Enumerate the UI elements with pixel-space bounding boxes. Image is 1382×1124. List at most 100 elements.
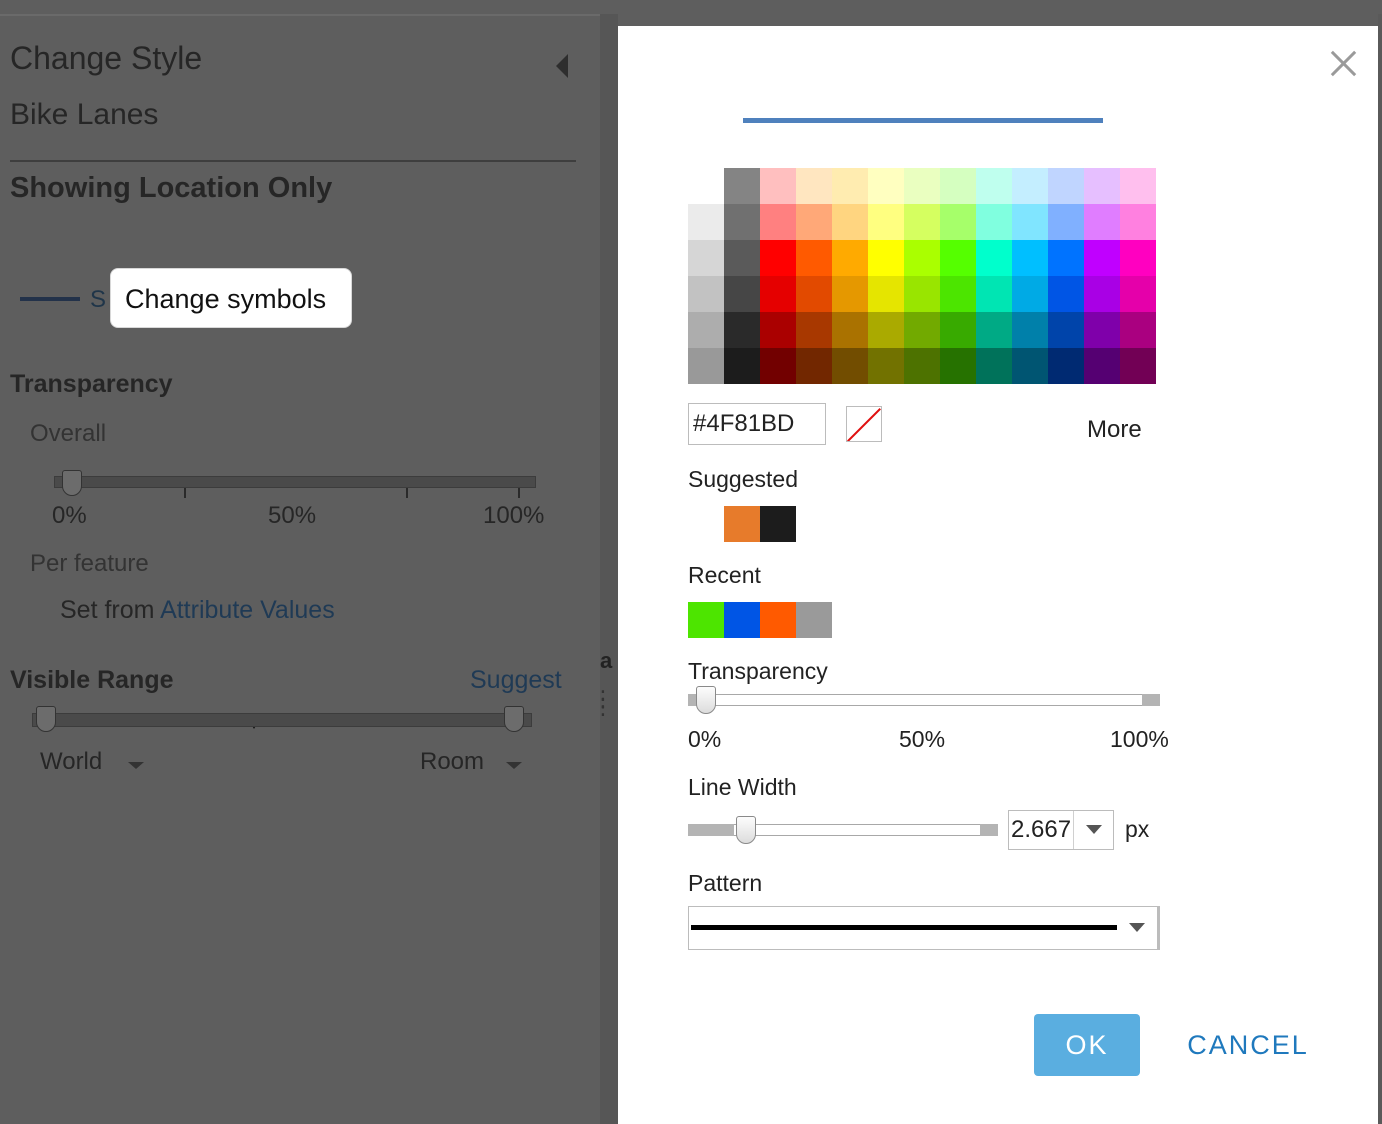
color-swatch[interactable]: [1048, 168, 1084, 204]
color-swatch[interactable]: [868, 312, 904, 348]
color-swatch[interactable]: [1120, 168, 1156, 204]
color-swatch[interactable]: [724, 204, 760, 240]
color-swatch[interactable]: [868, 168, 904, 204]
color-swatch[interactable]: [832, 348, 868, 384]
color-swatch[interactable]: [976, 204, 1012, 240]
suggested-color-swatch[interactable]: [760, 506, 796, 542]
color-swatch[interactable]: [976, 312, 1012, 348]
more-colors-link[interactable]: More: [1087, 416, 1142, 444]
color-swatch[interactable]: [976, 168, 1012, 204]
color-swatch[interactable]: [940, 240, 976, 276]
transparency-handle[interactable]: [696, 686, 716, 714]
line-width-dropdown-button[interactable]: [1073, 811, 1113, 849]
chevron-down-icon[interactable]: [506, 762, 522, 769]
color-swatch[interactable]: [940, 168, 976, 204]
color-swatch[interactable]: [868, 204, 904, 240]
color-swatch[interactable]: [796, 168, 832, 204]
color-swatch[interactable]: [724, 276, 760, 312]
color-swatch[interactable]: [1120, 240, 1156, 276]
color-swatch[interactable]: [688, 312, 724, 348]
hex-color-input[interactable]: [688, 403, 826, 445]
visible-range-slider[interactable]: [32, 713, 532, 727]
color-swatch[interactable]: [760, 276, 796, 312]
close-icon[interactable]: [1326, 46, 1360, 80]
color-swatch[interactable]: [724, 348, 760, 384]
color-swatch[interactable]: [1012, 276, 1048, 312]
color-swatch[interactable]: [940, 204, 976, 240]
color-swatch[interactable]: [1012, 168, 1048, 204]
recent-color-swatch[interactable]: [724, 602, 760, 638]
color-swatch[interactable]: [688, 204, 724, 240]
color-swatch[interactable]: [688, 240, 724, 276]
color-swatch[interactable]: [904, 348, 940, 384]
symbols-link[interactable]: S: [90, 286, 106, 314]
min-scale-handle[interactable]: [36, 706, 56, 732]
color-swatch[interactable]: [904, 204, 940, 240]
color-swatch[interactable]: [760, 348, 796, 384]
color-swatch[interactable]: [1048, 204, 1084, 240]
color-swatch[interactable]: [1120, 204, 1156, 240]
recent-color-swatch[interactable]: [796, 602, 832, 638]
color-swatch[interactable]: [688, 276, 724, 312]
line-width-handle[interactable]: [736, 816, 756, 844]
color-swatch[interactable]: [868, 276, 904, 312]
color-swatch[interactable]: [832, 312, 868, 348]
color-swatch[interactable]: [1012, 204, 1048, 240]
color-swatch[interactable]: [760, 204, 796, 240]
line-width-input[interactable]: [1011, 815, 1073, 845]
color-swatch[interactable]: [796, 276, 832, 312]
overall-transparency-handle[interactable]: [62, 470, 82, 496]
color-swatch[interactable]: [724, 312, 760, 348]
color-swatch[interactable]: [940, 276, 976, 312]
color-swatch[interactable]: [1084, 276, 1120, 312]
color-swatch[interactable]: [760, 240, 796, 276]
pattern-select[interactable]: [688, 906, 1160, 950]
color-swatch[interactable]: [904, 312, 940, 348]
color-swatch[interactable]: [832, 204, 868, 240]
overall-transparency-slider[interactable]: [54, 476, 536, 488]
color-swatch[interactable]: [1012, 348, 1048, 384]
line-width-slider[interactable]: [688, 824, 998, 836]
attribute-values-link[interactable]: Attribute Values: [160, 596, 335, 624]
color-swatch[interactable]: [976, 240, 1012, 276]
color-swatch[interactable]: [724, 168, 760, 204]
color-swatch[interactable]: [832, 276, 868, 312]
color-swatch[interactable]: [1048, 240, 1084, 276]
color-swatch[interactable]: [976, 276, 1012, 312]
color-swatch[interactable]: [688, 348, 724, 384]
suggest-link[interactable]: Suggest: [470, 666, 562, 695]
collapse-panel-icon[interactable]: [556, 54, 568, 78]
recent-color-swatch[interactable]: [688, 602, 724, 638]
color-swatch[interactable]: [1084, 240, 1120, 276]
color-swatch[interactable]: [796, 240, 832, 276]
color-swatch[interactable]: [1120, 312, 1156, 348]
color-swatch[interactable]: [904, 276, 940, 312]
max-scale-dropdown[interactable]: Room: [420, 748, 484, 776]
color-swatch[interactable]: [1048, 312, 1084, 348]
color-swatch[interactable]: [940, 348, 976, 384]
color-swatch[interactable]: [832, 240, 868, 276]
color-swatch[interactable]: [1048, 276, 1084, 312]
color-swatch[interactable]: [832, 168, 868, 204]
color-swatch[interactable]: [796, 312, 832, 348]
ok-button[interactable]: OK: [1034, 1014, 1140, 1076]
color-swatch[interactable]: [1084, 204, 1120, 240]
color-swatch[interactable]: [688, 168, 724, 204]
min-scale-dropdown[interactable]: World: [40, 748, 102, 776]
cancel-button[interactable]: CANCEL: [1178, 1014, 1318, 1076]
color-swatch[interactable]: [940, 312, 976, 348]
suggested-color-swatch[interactable]: [724, 506, 760, 542]
color-swatch[interactable]: [868, 348, 904, 384]
color-swatch[interactable]: [1120, 276, 1156, 312]
color-swatch[interactable]: [1012, 312, 1048, 348]
color-swatch[interactable]: [976, 348, 1012, 384]
color-swatch[interactable]: [1012, 240, 1048, 276]
color-swatch[interactable]: [1084, 168, 1120, 204]
color-swatch[interactable]: [760, 312, 796, 348]
color-swatch[interactable]: [904, 168, 940, 204]
line-symbol-preview[interactable]: [20, 297, 80, 301]
color-swatch[interactable]: [1120, 348, 1156, 384]
color-swatch[interactable]: [760, 168, 796, 204]
color-swatch[interactable]: [1048, 348, 1084, 384]
recent-color-swatch[interactable]: [760, 602, 796, 638]
